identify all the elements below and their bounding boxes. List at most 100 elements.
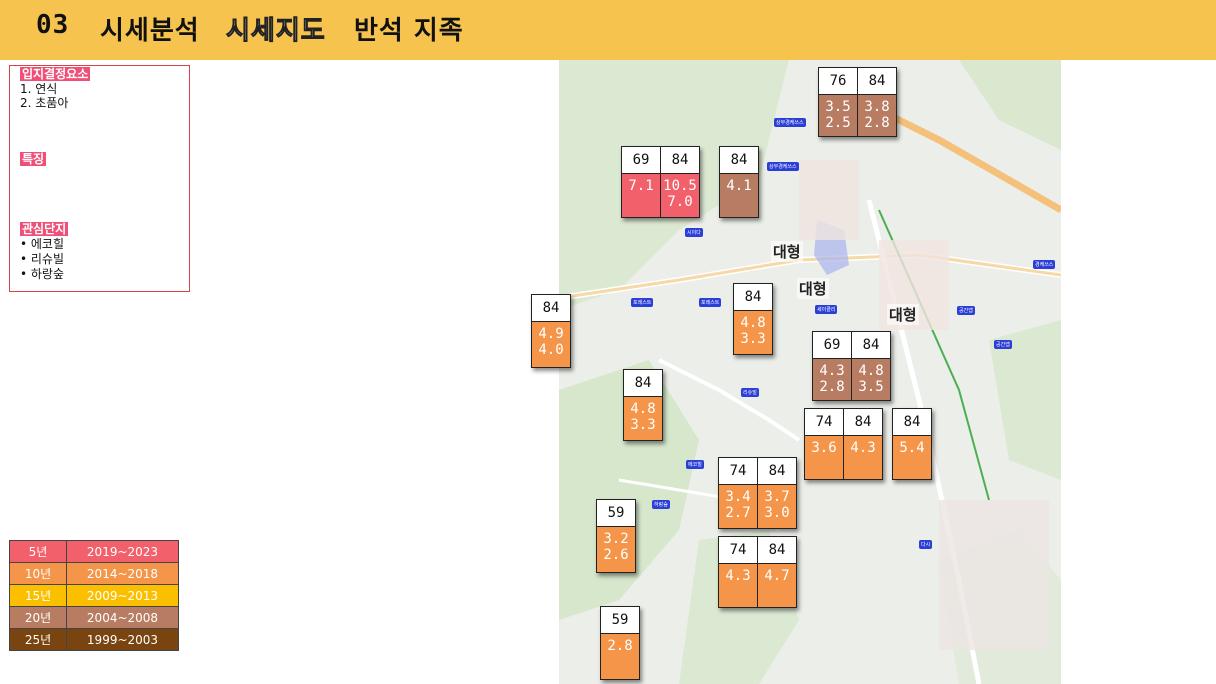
price-values: 4.7 [758,564,796,607]
map-complex-tag[interactable]: 세이클리 [815,305,838,314]
price-column: 74 3.4 2.7 [718,457,758,529]
legend-years: 2019~2023 [66,540,179,563]
price-box[interactable]: 69 4.3 2.8 84 4.8 3.5 [812,331,891,401]
legend-age: 15년 [9,584,67,607]
jeonse-price: 4.0 [538,342,564,358]
sale-price: 10.5 [663,178,697,194]
price-values: 4.1 [720,174,758,217]
price-column: 84 10.5 7.0 [660,146,700,218]
unit-size: 84 [734,284,772,311]
unit-size: 59 [601,607,639,634]
map-complex-tag[interactable]: 경케쓰스 [1033,260,1056,269]
price-box[interactable]: 84 4.1 [719,146,759,218]
legend-years: 2004~2008 [66,606,179,629]
price-values: 4.9 4.0 [532,322,570,367]
unit-size: 74 [719,458,757,485]
price-box[interactable]: 84 4.8 3.3 [623,369,663,441]
map-complex-tag[interactable]: 리슈빌 [741,388,759,397]
map-complex-tag[interactable]: 상무경케쓰스 [774,118,806,127]
header-bar: 03 시세분석 시세지도 반석 지족 [0,0,1216,60]
price-box[interactable]: 74 3.6 84 4.3 [804,408,883,480]
map-complex-tag[interactable]: 상무경케쓰스 [767,162,799,171]
sale-price: 4.3 [850,440,876,456]
price-column: 69 4.3 2.8 [812,331,852,401]
unit-size: 69 [622,147,660,174]
sale-price: 3.7 [764,489,790,505]
price-box[interactable]: 84 4.8 3.3 [733,283,773,355]
price-column: 84 3.8 2.8 [857,67,897,137]
price-box[interactable]: 84 4.9 4.0 [531,294,571,368]
unit-size: 84 [624,370,662,397]
map-complex-tag[interactable]: 다시 [919,540,933,549]
price-values: 4.3 [844,436,882,479]
price-column: 84 4.8 3.3 [623,369,663,441]
price-values: 4.8 3.3 [734,311,772,354]
map-complex-tag[interactable]: 에코힐 [686,460,704,469]
price-box[interactable]: 74 3.4 2.7 84 3.7 3.0 [718,457,797,529]
sale-price: 5.4 [899,440,925,456]
price-column: 76 3.5 2.5 [818,67,858,137]
unit-size: 76 [819,68,857,95]
jeonse-price: 2.7 [725,505,751,521]
sale-price: 4.8 [858,363,884,379]
price-values: 5.4 [893,436,931,479]
legend-row: 5년 2019~2023 [9,540,179,563]
unit-size: 84 [758,458,796,485]
price-values: 3.5 2.5 [819,95,857,136]
map-complex-tag[interactable]: 하랑숲 [652,500,670,509]
interest-title: 관심단지 [20,222,69,236]
large-unit-label: 대형 [887,304,919,325]
sale-price: 3.2 [603,531,629,547]
price-box[interactable]: 59 2.8 [600,606,640,680]
unit-size: 84 [532,295,570,322]
price-column: 84 4.3 [843,408,883,480]
jeonse-price: 3.5 [858,379,884,395]
unit-size: 84 [758,537,796,564]
price-box[interactable]: 76 3.5 2.5 84 3.8 2.8 [818,67,897,137]
legend-row: 25년 1999~2003 [9,628,179,651]
features-title: 특징 [20,152,47,166]
sale-price: 4.8 [740,315,766,331]
unit-size: 74 [805,409,843,436]
map-complex-tag[interactable]: 포레스트 [699,298,722,307]
map-complex-tag[interactable]: 공간앱 [957,306,975,315]
jeonse-price: 2.6 [603,547,629,563]
price-box[interactable]: 69 7.1 84 10.5 7.0 [621,146,700,218]
price-values: 2.8 [601,634,639,679]
price-column: 59 2.8 [600,606,640,680]
price-column: 84 4.7 [757,536,797,608]
jeonse-price: 3.0 [764,505,790,521]
jeonse-price: 3.3 [740,331,766,347]
location-factors-title: 입지결정요소 [20,67,91,81]
map-complex-tag[interactable]: 포레스트 [631,298,654,307]
interest-item: • 에코힐 [20,237,65,251]
legend-age: 5년 [9,540,67,563]
legend-row: 20년 2004~2008 [9,606,179,629]
map-complex-tag[interactable]: 시이다 [685,228,703,237]
price-values: 4.8 3.5 [852,359,890,400]
price-box[interactable]: 74 4.3 84 4.7 [718,536,797,608]
price-values: 3.2 2.6 [597,527,635,572]
interest-item: • 하랑숲 [20,267,65,281]
location-factor-item: 2. 초품아 [20,96,69,110]
price-values: 10.5 7.0 [661,174,699,217]
sale-price: 4.9 [538,326,564,342]
price-values: 3.6 [805,436,843,479]
title-market-analysis: 시세분석 [100,16,200,46]
location-factor-item: 1. 연식 [20,82,58,96]
sale-price: 4.8 [630,401,656,417]
jeonse-price: 3.3 [630,417,656,433]
price-box[interactable]: 59 3.2 2.6 [596,499,636,573]
price-values: 4.3 [719,564,757,607]
unit-size: 84 [852,332,890,359]
jeonse-price: 2.8 [864,115,890,131]
price-box[interactable]: 84 5.4 [892,408,932,480]
price-column: 84 4.1 [719,146,759,218]
jeonse-price: 2.8 [819,379,845,395]
unit-size: 84 [720,147,758,174]
map-complex-tag[interactable]: 공간앱 [994,340,1012,349]
title-region: 반석 지족 [354,16,464,46]
sale-price: 3.4 [725,489,751,505]
price-values: 3.8 2.8 [858,95,896,136]
unit-size: 84 [661,147,699,174]
